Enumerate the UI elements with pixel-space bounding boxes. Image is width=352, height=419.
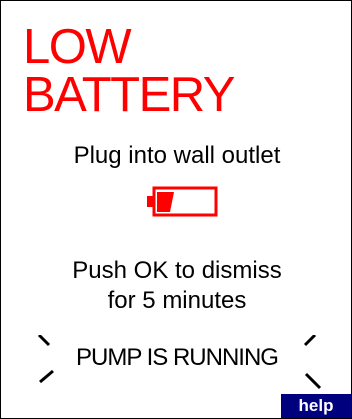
pump-running-text: PUMP IS RUNNING: [76, 344, 279, 371]
alert-title-line2: BATTERY: [23, 68, 235, 122]
alert-title-line1: LOW: [23, 20, 132, 74]
help-button[interactable]: help: [281, 394, 351, 418]
low-battery-alert-screen: LOW BATTERY Plug into wall outlet Push O…: [0, 0, 352, 419]
pump-status: PUMP IS RUNNING: [25, 335, 329, 391]
dismiss-instruction-line2: for 5 minutes: [107, 287, 247, 314]
low-battery-icon: [147, 186, 218, 217]
dismiss-instruction-line1: Push OK to dismiss: [72, 257, 282, 284]
plug-instruction: Plug into wall outlet: [73, 142, 281, 169]
